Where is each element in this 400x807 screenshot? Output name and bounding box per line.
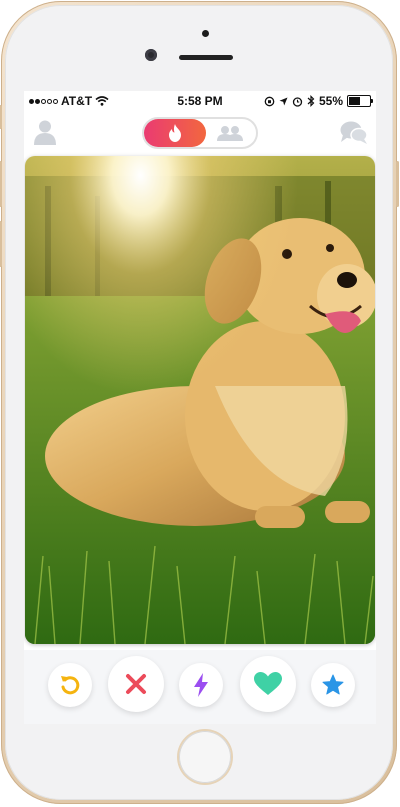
status-bar: AT&T 5:58 PM 55% (24, 91, 376, 111)
earpiece-speaker (179, 55, 233, 60)
bluetooth-icon (307, 95, 315, 107)
profile-photo (25, 156, 375, 644)
volume-down-button (0, 221, 2, 267)
battery-level-fill (349, 97, 360, 105)
rewind-button[interactable] (48, 663, 92, 707)
star-icon (322, 674, 344, 695)
heart-icon (254, 672, 282, 695)
rewind-icon (61, 676, 80, 695)
like-button[interactable] (240, 656, 296, 712)
group-icon (217, 126, 243, 141)
super-like-button[interactable] (311, 663, 355, 707)
status-right: 55% (264, 94, 373, 108)
top-nav (24, 113, 376, 153)
home-button[interactable] (179, 731, 231, 783)
action-bar (24, 650, 376, 724)
profile-card[interactable] (25, 156, 375, 644)
volume-up-button (0, 161, 2, 207)
alarm-icon (292, 96, 303, 107)
battery-icon (347, 95, 373, 107)
nope-button[interactable] (108, 656, 164, 712)
flame-icon (169, 124, 181, 142)
battery-percent: 55% (318, 94, 343, 108)
proximity-sensor (202, 30, 209, 37)
boost-button[interactable] (179, 663, 223, 707)
mode-toggle[interactable] (142, 117, 258, 149)
app-screen: AT&T 5:58 PM 55% (24, 91, 376, 724)
x-icon (126, 674, 146, 694)
lightning-icon (194, 673, 208, 697)
rotation-lock-icon (264, 96, 275, 106)
power-button (396, 161, 399, 207)
chat-bubbles-icon[interactable] (340, 121, 368, 150)
toggle-group-option[interactable] (204, 119, 256, 147)
mute-switch (0, 105, 2, 129)
profile-icon[interactable] (34, 119, 56, 150)
location-arrow-icon (279, 97, 288, 105)
front-camera (145, 49, 157, 61)
toggle-discover-option[interactable] (144, 119, 206, 147)
